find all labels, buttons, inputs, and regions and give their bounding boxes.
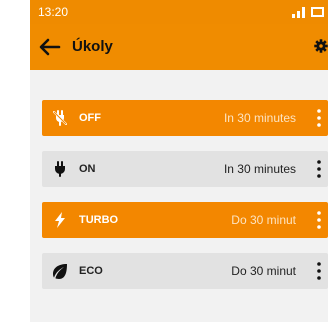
- task-name: ECO: [79, 265, 103, 277]
- status-bar: 13:20: [30, 0, 328, 24]
- more-vert-icon[interactable]: [316, 261, 322, 281]
- task-time: In 30 minutes: [223, 162, 296, 176]
- task-row-eco[interactable]: ECO Do 30 minut: [42, 253, 328, 289]
- plug-off-icon: [53, 110, 67, 126]
- task-row-off[interactable]: OFF In 30 minutes: [42, 100, 328, 136]
- more-vert-icon[interactable]: [316, 108, 322, 128]
- bolt-icon: [55, 212, 65, 228]
- task-time: Do 30 minut: [231, 264, 296, 278]
- phone-screen: 13:20 Úkoly OFF In 30 minutes ON In 30 m…: [30, 0, 328, 322]
- task-name: ON: [79, 163, 96, 175]
- gear-icon[interactable]: [314, 38, 328, 54]
- signal-icon: [292, 7, 305, 18]
- task-name: TURBO: [79, 214, 119, 226]
- task-name: OFF: [79, 112, 101, 124]
- task-row-on[interactable]: ON In 30 minutes: [42, 151, 328, 187]
- task-time: Do 30 minut: [231, 213, 296, 227]
- task-time: In 30 minutes: [223, 111, 296, 125]
- app-toolbar: Úkoly: [30, 24, 328, 70]
- page-title: Úkoly: [72, 38, 113, 55]
- back-arrow-icon[interactable]: [37, 35, 61, 59]
- status-time: 13:20: [38, 5, 69, 19]
- plug-icon: [55, 161, 65, 177]
- more-vert-icon[interactable]: [316, 210, 322, 230]
- task-list: OFF In 30 minutes ON In 30 minutes TURBO…: [42, 100, 328, 304]
- battery-icon: [311, 7, 324, 17]
- leaf-icon: [53, 264, 67, 279]
- task-row-turbo[interactable]: TURBO Do 30 minut: [42, 202, 328, 238]
- more-vert-icon[interactable]: [316, 159, 322, 179]
